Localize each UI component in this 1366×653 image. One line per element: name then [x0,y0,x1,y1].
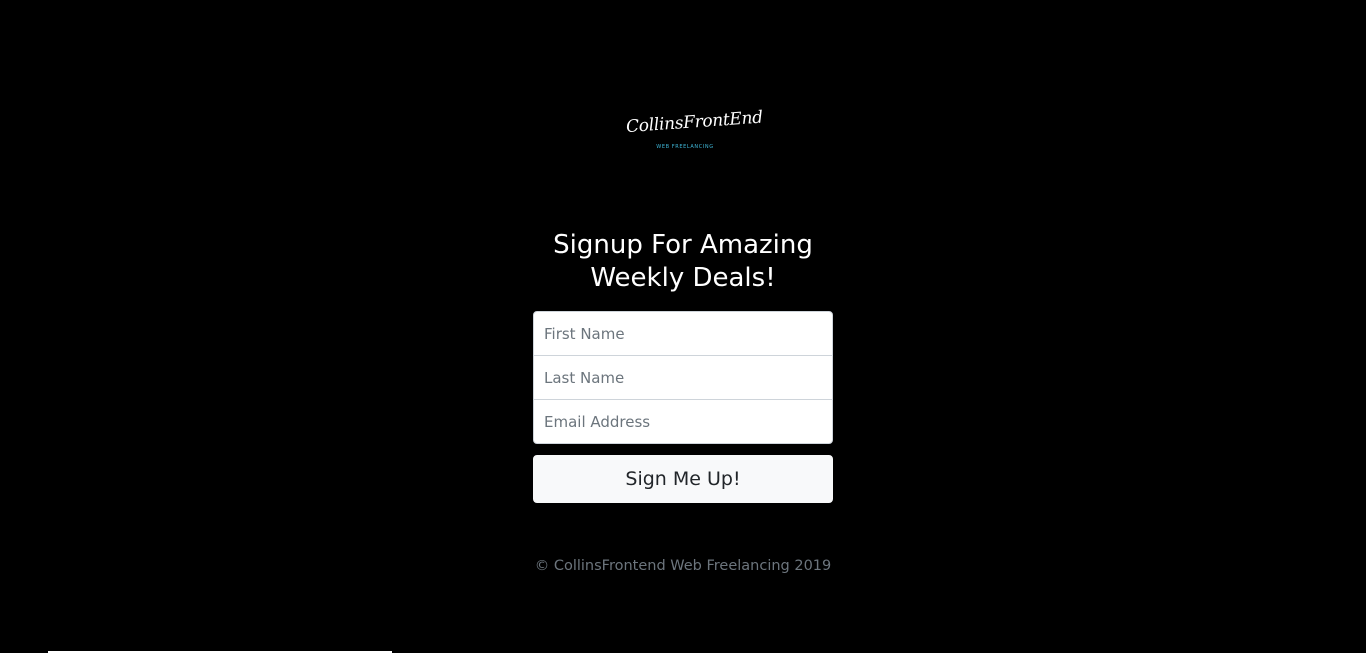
signup-heading: Signup For Amazing Weekly Deals! [553,230,813,293]
brand-tagline: WEB FREELANCING [656,144,714,150]
last-name-input[interactable] [533,355,833,400]
sign-me-up-button[interactable]: Sign Me Up! [533,455,833,503]
signup-page: CollinsFrontEnd WEB FREELANCING Signup F… [0,0,1366,653]
copyright-text: © CollinsFrontend Web Freelancing 2019 [534,558,832,574]
brand-logo: CollinsFrontEnd WEB FREELANCING [625,108,763,156]
brand-wordmark: CollinsFrontEnd [625,107,764,138]
first-name-input[interactable] [533,311,833,356]
email-input[interactable] [533,399,833,444]
signup-form: Sign Me Up! [533,311,833,503]
